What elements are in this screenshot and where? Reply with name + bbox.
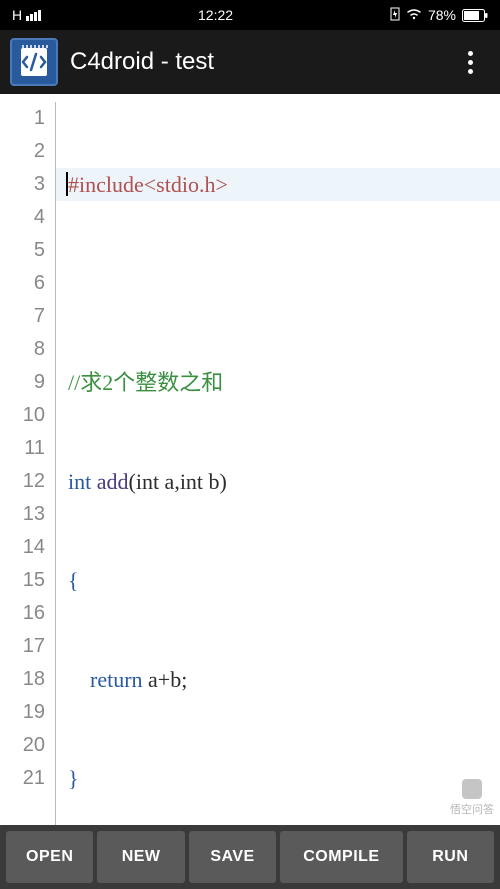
carrier-label: H: [12, 7, 22, 23]
run-button[interactable]: RUN: [407, 831, 494, 883]
open-button[interactable]: OPEN: [6, 831, 93, 883]
code-line[interactable]: #include<stdio.h>: [56, 168, 500, 201]
code-line[interactable]: //求2个整数之和: [68, 366, 500, 399]
line-number: 20: [0, 729, 45, 762]
line-number: 18: [0, 663, 45, 696]
watermark-text: 悟空问答: [450, 801, 494, 817]
line-number: 11: [0, 432, 45, 465]
charging-icon: [390, 7, 400, 24]
status-right: 78%: [390, 7, 488, 24]
battery-icon: [462, 9, 488, 22]
line-number: 12: [0, 465, 45, 498]
code-line[interactable]: return a+b;: [68, 663, 500, 696]
line-number: 21: [0, 762, 45, 795]
watermark: 悟空问答: [450, 779, 494, 817]
line-number: 17: [0, 630, 45, 663]
line-number: 19: [0, 696, 45, 729]
code-line[interactable]: }: [68, 762, 500, 795]
overflow-menu-button[interactable]: [450, 42, 490, 82]
code-line[interactable]: {: [68, 564, 500, 597]
line-gutter: 1 2 3 4 5 6 7 8 9 10 11 12 13 14 15 16 1…: [0, 102, 56, 825]
bottom-toolbar: OPEN NEW SAVE COMPILE RUN: [0, 825, 500, 889]
line-number: 10: [0, 399, 45, 432]
line-number: 6: [0, 267, 45, 300]
line-number: 16: [0, 597, 45, 630]
app-title: C4droid - test: [70, 48, 450, 76]
line-number: 3: [0, 168, 45, 201]
clock: 12:22: [198, 7, 233, 23]
line-number: 8: [0, 333, 45, 366]
line-number: 2: [0, 135, 45, 168]
line-number: 13: [0, 498, 45, 531]
line-number: 14: [0, 531, 45, 564]
battery-pct: 78%: [428, 7, 456, 23]
code-line[interactable]: int add(int a,int b): [68, 465, 500, 498]
status-left: H: [12, 7, 41, 23]
line-number: 15: [0, 564, 45, 597]
new-button[interactable]: NEW: [97, 831, 184, 883]
app-header: C4droid - test: [0, 30, 500, 94]
text-cursor: [66, 172, 68, 196]
wifi-icon: [406, 7, 422, 23]
line-number: 9: [0, 366, 45, 399]
watermark-icon: [462, 779, 482, 799]
line-number: 5: [0, 234, 45, 267]
line-number: 7: [0, 300, 45, 333]
code-area[interactable]: #include<stdio.h> //求2个整数之和 int add(int …: [56, 102, 500, 825]
app-icon: [10, 38, 58, 86]
code-editor[interactable]: 1 2 3 4 5 6 7 8 9 10 11 12 13 14 15 16 1…: [0, 94, 500, 825]
line-number: 1: [0, 102, 45, 135]
line-number: 4: [0, 201, 45, 234]
status-bar: H 12:22 78%: [0, 0, 500, 30]
signal-icon: [26, 10, 41, 21]
compile-button[interactable]: COMPILE: [280, 831, 402, 883]
save-button[interactable]: SAVE: [189, 831, 276, 883]
code-line[interactable]: [68, 267, 500, 300]
